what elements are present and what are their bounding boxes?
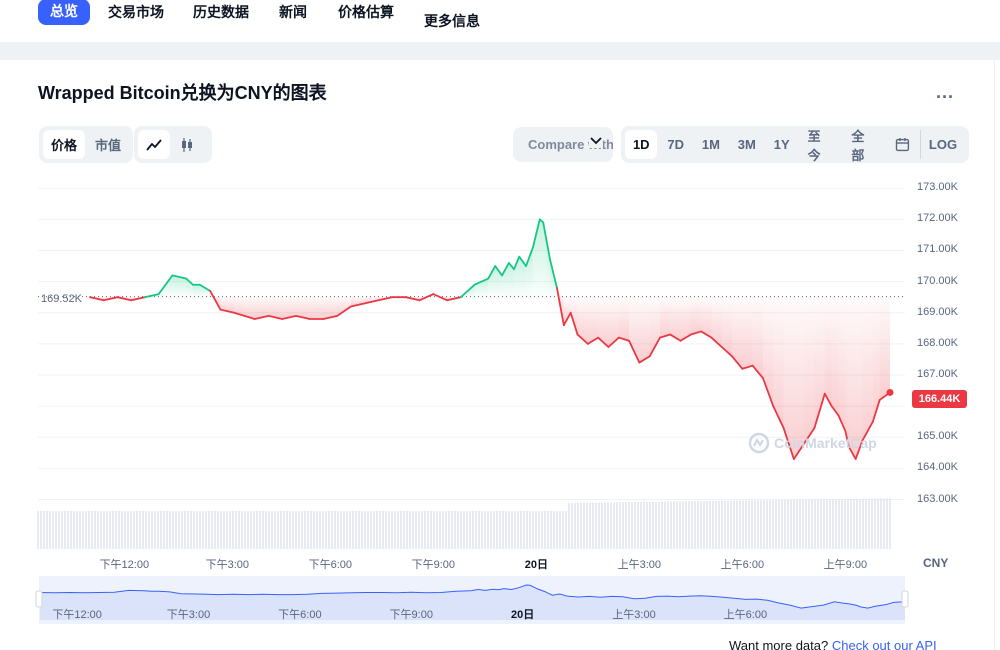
log-scale-toggle[interactable]: LOG: [920, 130, 965, 159]
navigator-tick-label: 下午6:00: [278, 609, 322, 621]
navigator-tick-label: 上午6:00: [723, 609, 768, 621]
x-tick-label: 下午6:00: [308, 559, 353, 571]
navigator-tick-label: 下午12:00: [52, 609, 102, 621]
candlestick-icon: [182, 137, 192, 152]
x-tick-label: 下午3:00: [205, 559, 250, 571]
candlestick-chart-button[interactable]: [172, 130, 202, 159]
range-3m[interactable]: 3M: [730, 130, 764, 159]
api-promo: Want more data? Check out our API: [729, 638, 937, 650]
range-7d[interactable]: 7D: [659, 130, 691, 159]
area-fill-segment: [690, 296, 702, 335]
y-tick-label: 164.00K: [917, 461, 958, 474]
date-picker-button[interactable]: [887, 130, 918, 159]
x-tick-label: 下午12:00: [99, 559, 150, 571]
area-fill-segment: [752, 296, 763, 379]
api-link[interactable]: Check out our API: [832, 638, 937, 650]
x-tick-label: 20日: [524, 559, 548, 571]
range-1y[interactable]: 1Y: [766, 130, 798, 159]
area-fill-segment: [845, 296, 849, 447]
x-tick-label: 上午3:00: [617, 559, 662, 571]
y-tick-label: 165.00K: [917, 430, 958, 443]
watermark: CoinMarketCap: [748, 432, 877, 454]
current-price-dot: [886, 388, 894, 396]
current-price-badge: 166.44K: [912, 390, 967, 408]
area-fill-segment: [563, 296, 571, 326]
tab-market-cap[interactable]: 市值: [87, 130, 129, 159]
nav-tab-news[interactable]: 新闻: [279, 2, 307, 22]
area-fill-segment: [639, 296, 650, 363]
tab-price[interactable]: 价格: [43, 130, 85, 159]
x-tick-label: 上午9:00: [823, 559, 868, 571]
area-fill-segment: [862, 296, 873, 441]
compare-dropdown[interactable]: Compare with: [513, 127, 613, 162]
nav-tab-price-estimate[interactable]: 价格估算: [338, 2, 394, 22]
price-chart[interactable]: [0, 170, 1000, 580]
nav-tab-overview[interactable]: 总览: [38, 0, 90, 25]
chart-title: Wrapped Bitcoin兑换为CNY的图表: [38, 83, 327, 103]
navigator-handle-left[interactable]: [35, 590, 43, 608]
area-fill-segment: [618, 296, 630, 341]
area-fill-segment: [193, 284, 200, 297]
area-fill-segment: [309, 296, 324, 319]
nav-tab-historical-data[interactable]: 历史数据: [193, 2, 249, 22]
section-divider: [0, 42, 1000, 60]
y-tick-label: 170.00K: [917, 274, 958, 287]
area-fill-segment: [670, 296, 681, 341]
y-tick-label: 167.00K: [917, 368, 958, 381]
navigator-tick-label: 上午3:00: [612, 609, 656, 621]
more-options-button[interactable]: ...: [936, 82, 954, 103]
range-1m[interactable]: 1M: [694, 130, 728, 159]
navigator-handle-right[interactable]: [901, 590, 909, 608]
area-fill-segment: [804, 296, 815, 444]
area-fill-segment: [539, 219, 544, 297]
watermark-text: CoinMarketCap: [774, 435, 877, 451]
range-all[interactable]: 全部: [843, 129, 885, 163]
area-fill-segment: [680, 296, 691, 341]
coinmarketcap-logo-icon: [748, 432, 770, 454]
area-fill-segment: [742, 296, 753, 369]
area-fill-segment: [824, 296, 832, 407]
navigator-tick-label: 下午9:00: [389, 609, 433, 621]
nav-tab-markets[interactable]: 交易市场: [108, 2, 164, 22]
y-tick-label: 171.00K: [917, 243, 958, 256]
line-chart-button[interactable]: [138, 130, 170, 159]
range-1d[interactable]: 1D: [625, 130, 658, 159]
navigator-tick-label: 下午3:00: [166, 609, 211, 621]
y-tick-label: 169.00K: [917, 305, 958, 318]
currency-unit-label: CNY: [923, 556, 949, 570]
x-tick-label: 上午6:00: [720, 559, 765, 571]
x-tick-label: 下午9:00: [411, 559, 456, 571]
y-tick-label: 172.00K: [917, 212, 958, 225]
chevron-down-icon: [589, 134, 603, 148]
area-fill-segment: [659, 296, 671, 338]
top-nav: 总览 交易市场 历史数据 新闻 价格估算 更多信息: [0, 0, 1000, 42]
y-tick-label: 168.00K: [917, 336, 958, 349]
metric-toggle: 价格 市值: [39, 126, 133, 163]
navigator-chart[interactable]: [0, 576, 1000, 624]
calendar-icon: [895, 138, 910, 152]
area-fill-segment: [831, 296, 839, 416]
chart-style-toggle: [134, 126, 212, 163]
navigator-tick-label: 20日: [510, 609, 535, 621]
y-tick-label: 163.00K: [917, 492, 958, 505]
reference-price-label: 169.52K: [41, 293, 82, 305]
area-fill-segment: [587, 296, 599, 344]
area-fill-segment: [838, 296, 846, 432]
line-chart-icon: [146, 138, 162, 151]
area-fill-segment: [879, 296, 890, 400]
y-tick-label: 173.00K: [917, 181, 958, 194]
time-range-toggle: 1D 7D 1M 3M 1Y 至今 全部 LOG: [621, 126, 969, 163]
range-ytd[interactable]: 至今: [800, 129, 842, 163]
nav-tab-more-info[interactable]: 更多信息: [424, 11, 480, 31]
api-promo-text: Want more data?: [729, 638, 829, 650]
